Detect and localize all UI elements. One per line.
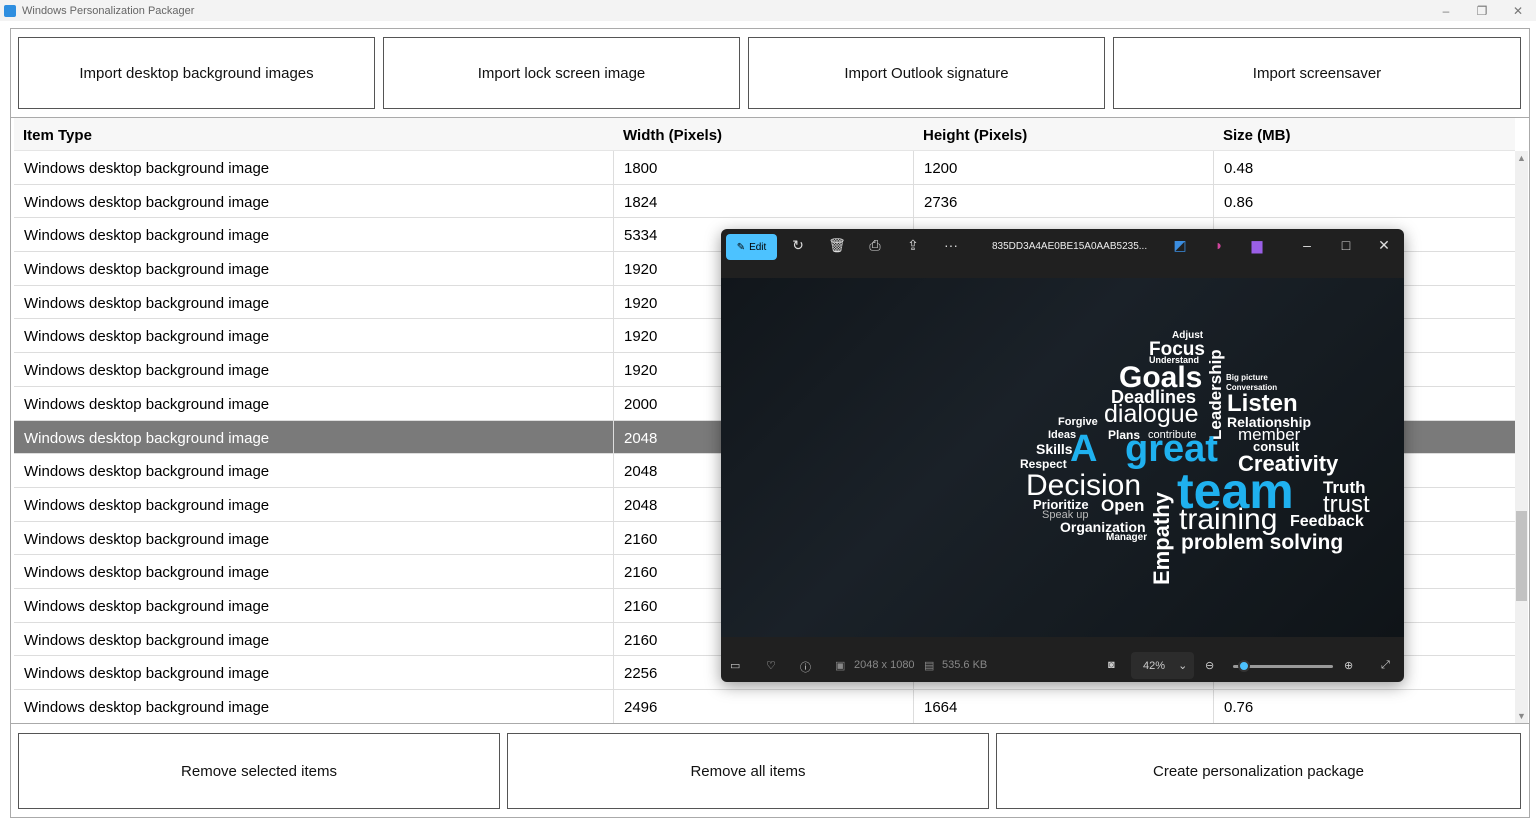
cell-item-type: Windows desktop background image: [14, 184, 614, 218]
restore-button[interactable]: ❐: [1463, 0, 1501, 21]
designer-icon[interactable]: ◩: [1170, 237, 1190, 254]
column-header-height[interactable]: Height (Pixels): [914, 118, 1214, 150]
cell-item-type: Windows desktop background image: [14, 656, 614, 689]
share-icon[interactable]: ⇪: [903, 237, 923, 254]
cell-item-type: Windows desktop background image: [14, 454, 614, 487]
word-cloud-word: Empathy: [1149, 492, 1174, 585]
file-name: 835DD3A4AE0BE15A0AAB5235...: [992, 241, 1148, 252]
cell-item-type: Windows desktop background image: [14, 521, 614, 555]
cell-item-type: Windows desktop background image: [14, 588, 614, 622]
cell-item-type: Windows desktop background image: [14, 218, 614, 252]
cell-size: 0.48: [1224, 160, 1254, 177]
cell-item-type: Windows desktop background image: [14, 690, 614, 723]
cell-item-type: Windows desktop background image: [14, 487, 614, 521]
cell-item-type: Windows desktop background image: [14, 151, 614, 184]
cell-height: 1664: [914, 690, 1214, 723]
app-icon: [4, 4, 16, 17]
import-screensaver-button[interactable]: Import screensaver: [1113, 37, 1521, 109]
video-editor-icon[interactable]: ▆: [1247, 237, 1267, 254]
divider: [10, 723, 1530, 724]
info-icon[interactable]: ⓘ: [800, 659, 811, 675]
import-outlook-signature-button[interactable]: Import Outlook signature: [748, 37, 1105, 109]
window-title: Windows Personalization Packager: [22, 4, 195, 17]
filmstrip-icon[interactable]: ▭: [730, 659, 740, 672]
viewer-maximize-button[interactable]: □: [1336, 237, 1356, 253]
scroll-up-icon[interactable]: ▲: [1515, 153, 1528, 163]
cell-item-type: Windows desktop background image: [14, 285, 614, 319]
column-header-width[interactable]: Width (Pixels): [614, 118, 914, 150]
zoom-slider[interactable]: [1233, 660, 1333, 672]
zoom-out-icon[interactable]: ⊖: [1205, 659, 1214, 672]
word-cloud-word: Skills: [1036, 441, 1073, 457]
dimensions-icon: ▣: [835, 660, 846, 672]
cell-width: 1800: [614, 151, 914, 184]
print-icon[interactable]: ⎙: [865, 237, 885, 254]
table-scrollbar[interactable]: ▲ ▼: [1515, 151, 1528, 723]
create-package-button[interactable]: Create personalization package: [996, 733, 1521, 809]
scrollbar-thumb[interactable]: [1516, 511, 1527, 601]
close-button[interactable]: ✕: [1499, 0, 1536, 21]
delete-icon[interactable]: 🗑: [827, 237, 847, 254]
remove-all-items-button[interactable]: Remove all items: [507, 733, 989, 809]
word-cloud-word: Open: [1101, 496, 1145, 515]
import-desktop-background-button[interactable]: Import desktop background images: [18, 37, 375, 109]
file-size: 535.6 KB: [942, 659, 988, 671]
viewer-minimize-button[interactable]: –: [1297, 237, 1317, 253]
word-cloud-word: Big picture: [1226, 373, 1268, 382]
column-header-size[interactable]: Size (MB): [1214, 118, 1515, 150]
cell-width: 1824: [614, 184, 914, 218]
cell-height: 2736: [914, 184, 1214, 218]
cell-width: 2496: [614, 690, 914, 723]
cell-height: 1200: [914, 151, 1214, 184]
rotate-icon[interactable]: ↻: [788, 237, 808, 254]
zoom-level: 42%: [1143, 660, 1166, 672]
fullscreen-icon[interactable]: ⤢: [1381, 659, 1390, 672]
zoom-dropdown[interactable]: 42% ⌄: [1131, 652, 1194, 679]
edit-icon: ✎: [736, 241, 746, 253]
clipchamp-icon[interactable]: ◗: [1209, 237, 1229, 253]
cell-item-type: Windows desktop background image: [14, 319, 614, 353]
import-lock-screen-button[interactable]: Import lock screen image: [383, 37, 740, 109]
table-header: Item Type Width (Pixels) Height (Pixels)…: [14, 118, 1515, 151]
cell-item-type: Windows desktop background image: [14, 622, 614, 656]
cell-size: 0.86: [1224, 193, 1254, 211]
fit-icon[interactable]: ◙: [1108, 659, 1115, 671]
cell-item-type: Windows desktop background image: [14, 252, 614, 285]
word-cloud-word: Listen: [1227, 390, 1298, 417]
minimize-button[interactable]: –: [1427, 0, 1465, 21]
save-icon: ▤: [924, 660, 935, 672]
word-cloud-word: dialogue: [1104, 400, 1199, 428]
image-dimensions: 2048 x 1080: [854, 659, 915, 671]
scroll-down-icon[interactable]: ▼: [1515, 711, 1528, 721]
edit-label: Edit: [749, 241, 767, 253]
edit-button[interactable]: ✎ Edit: [726, 234, 777, 260]
viewer-toolbar: ✎ Edit ↻ 🗑 ⎙ ⇪ ··· 835DD3A4AE0BE15A0AAB52…: [721, 229, 1404, 265]
word-cloud-word: problem solving: [1181, 531, 1344, 554]
table-row[interactable]: Windows desktop background image 2496 1664…: [14, 690, 1515, 724]
favorite-icon[interactable]: ♡: [766, 659, 776, 672]
column-header-item-type[interactable]: Item Type: [14, 118, 614, 150]
table-row[interactable]: Windows desktop background image 1824 2736…: [14, 184, 1515, 219]
cell-item-type: Windows desktop background image: [14, 420, 614, 454]
cell-size: 0.76: [1224, 699, 1254, 716]
word-cloud-word: Leadership: [1206, 349, 1225, 440]
title-bar: Windows Personalization Packager – ❐ ✕: [0, 0, 1536, 21]
viewer-status-bar: ▭ ♡ ⓘ ▣ 2048 x 1080 ▤ 535.6 KB ◙ 42% ⌄ ⊖…: [721, 650, 1404, 682]
word-cloud-word: Feedback: [1290, 513, 1364, 530]
chevron-down-icon: ⌄: [1178, 660, 1188, 672]
more-icon[interactable]: ···: [941, 237, 961, 253]
cell-item-type: Windows desktop background image: [14, 386, 614, 420]
zoom-slider-knob[interactable]: [1238, 660, 1250, 672]
table-row[interactable]: Windows desktop background image 1800 1200…: [14, 151, 1515, 185]
remove-selected-items-button[interactable]: Remove selected items: [18, 733, 500, 809]
word-cloud-image: Adjust Focus Understand Goals Leadership Big …: [721, 278, 1404, 637]
word-cloud-word: A: [1070, 428, 1098, 470]
zoom-in-icon[interactable]: ⊕: [1344, 659, 1353, 672]
word-cloud-word: Forgive: [1058, 416, 1098, 428]
cell-item-type: Windows desktop background image: [14, 353, 614, 386]
viewer-close-button[interactable]: ✕: [1374, 237, 1394, 254]
word-cloud-word: Manager: [1106, 532, 1148, 543]
photo-viewer-window: ✎ Edit ↻ 🗑 ⎙ ⇪ ··· 835DD3A4AE0BE15A0AAB52…: [721, 229, 1404, 682]
cell-item-type: Windows desktop background image: [14, 555, 614, 588]
